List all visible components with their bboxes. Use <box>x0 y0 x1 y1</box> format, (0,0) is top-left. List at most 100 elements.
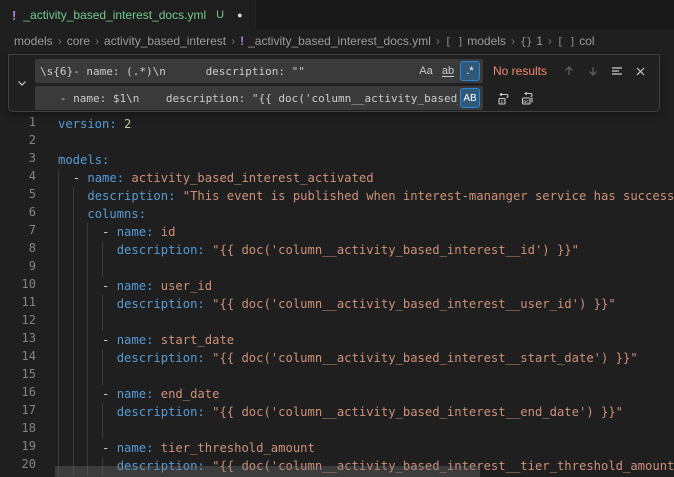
editor-line: 4 - name: activity_based_interest_activa… <box>0 169 674 187</box>
breadcrumb-label: models <box>467 34 506 48</box>
yaml-file-icon: ! <box>12 8 16 23</box>
code-line[interactable]: description: "This event is published wh… <box>58 187 674 205</box>
find-query-text[interactable]: \s{6}- name: (.*)\n description: "" <box>40 65 414 78</box>
breadcrumb-label: col <box>579 34 594 48</box>
close-find-widget-button[interactable] <box>630 61 651 82</box>
code-line[interactable]: - name: end_date <box>58 385 674 403</box>
indent-guide <box>73 187 74 475</box>
indent-guide <box>102 403 103 439</box>
editor-line: 3 models: <box>0 151 674 169</box>
line-number: 10 <box>0 277 36 295</box>
indent-guide <box>102 241 103 277</box>
line-number: 3 <box>0 151 36 169</box>
editor-line: 2 <box>0 133 674 151</box>
toggle-replace-button[interactable] <box>9 55 35 111</box>
replace-actions: c ac <box>490 88 538 109</box>
line-number: 5 <box>0 187 36 205</box>
previous-match-button[interactable] <box>558 61 579 82</box>
replace-input[interactable]: - name: $1\n description: "{{ doc('colum… <box>35 86 483 110</box>
find-input[interactable]: \s{6}- name: (.*)\n description: "" Aa a… <box>35 59 483 83</box>
line-number: 7 <box>0 223 36 241</box>
breadcrumb: models › core › activity_based_interest › !_ac… <box>0 30 674 52</box>
breadcrumb-item-1[interactable]: {}1 <box>520 34 543 48</box>
breadcrumb-item-activity-based-interest[interactable]: activity_based_interest <box>104 34 226 48</box>
close-icon <box>634 65 647 78</box>
vscode-window: ! _activity_based_interest_docs.yml U ● … <box>0 0 674 477</box>
code-line[interactable]: - name: user_id <box>58 277 674 295</box>
breadcrumb-label: activity_based_interest <box>104 34 226 48</box>
breadcrumb-separator-icon: › <box>58 34 62 48</box>
symbol-array-icon: [ ] <box>557 35 575 48</box>
symbol-object-icon: {} <box>520 35 532 48</box>
replace-button[interactable]: c <box>493 88 514 109</box>
breadcrumb-item--activity-based-interest-docs-yml[interactable]: !_activity_based_interest_docs.yml <box>240 34 431 48</box>
line-number: 13 <box>0 331 36 349</box>
code-line[interactable]: version: 2 <box>58 115 674 133</box>
indent-guide <box>102 295 103 331</box>
line-number: 6 <box>0 205 36 223</box>
tab-bar: ! _activity_based_interest_docs.yml U ● <box>0 0 674 30</box>
line-number: 9 <box>0 259 36 277</box>
editor-line: 13 - name: start_date <box>0 331 674 349</box>
line-number: 18 <box>0 421 36 439</box>
indent-guide <box>58 169 59 475</box>
preserve-case-button[interactable]: AB <box>460 88 480 108</box>
editor-line: 10 - name: user_id <box>0 277 674 295</box>
code-line[interactable]: - name: activity_based_interest_activate… <box>58 169 674 187</box>
find-in-selection-button[interactable] <box>606 61 627 82</box>
find-row: \s{6}- name: (.*)\n description: "" Aa a… <box>35 59 651 83</box>
breadcrumb-item-col[interactable]: [ ] col <box>557 34 595 48</box>
breadcrumb-separator-icon: › <box>436 34 440 48</box>
breadcrumb-item-models[interactable]: [ ]models <box>445 34 506 48</box>
editor-line: 16 - name: end_date <box>0 385 674 403</box>
line-number: 11 <box>0 295 36 313</box>
indent-guide <box>87 223 88 475</box>
code-line[interactable]: - name: start_date <box>58 331 674 349</box>
tab-activity-based-interest-docs[interactable]: ! _activity_based_interest_docs.yml U ● <box>0 0 256 30</box>
code-line[interactable] <box>58 367 674 385</box>
code-line[interactable]: description: "{{ doc('column__activity_b… <box>58 295 674 313</box>
line-number: 16 <box>0 385 36 403</box>
indent-guide <box>102 349 103 385</box>
line-number: 12 <box>0 313 36 331</box>
git-untracked-badge: U <box>216 9 224 21</box>
yaml-file-icon: ! <box>240 34 244 48</box>
selection-list-icon <box>610 64 624 78</box>
svg-text:c: c <box>500 99 503 105</box>
breadcrumb-label: core <box>67 34 90 48</box>
code-line[interactable]: - name: id <box>58 223 674 241</box>
dirty-indicator-icon[interactable]: ● <box>237 10 242 20</box>
code-line[interactable]: models: <box>58 151 674 169</box>
code-line[interactable]: - name: tier_threshold_amount <box>58 439 674 457</box>
breadcrumb-item-models[interactable]: models <box>14 34 53 48</box>
regex-button[interactable]: .* <box>460 61 480 81</box>
horizontal-scrollbar[interactable] <box>55 466 480 477</box>
line-number: 1 <box>0 115 36 133</box>
code-line[interactable]: description: "{{ doc('column__activity_b… <box>58 403 674 421</box>
replace-value-text[interactable]: - name: $1\n description: "{{ doc('colum… <box>40 92 458 105</box>
breadcrumb-label: models <box>14 34 53 48</box>
match-case-button[interactable]: Aa <box>416 61 436 81</box>
code-line[interactable] <box>58 313 674 331</box>
replace-row: - name: $1\n description: "{{ doc('colum… <box>35 86 651 110</box>
next-match-button[interactable] <box>582 61 603 82</box>
replace-all-button[interactable]: ac <box>517 88 538 109</box>
breadcrumb-item-core[interactable]: core <box>67 34 90 48</box>
editor-line: 5 description: "This event is published … <box>0 187 674 205</box>
line-number: 15 <box>0 367 36 385</box>
code-line[interactable]: description: "{{ doc('column__activity_b… <box>58 241 674 259</box>
editor-line: 6 columns: <box>0 205 674 223</box>
editor-line: 7 - name: id <box>0 223 674 241</box>
editor-line: 1 version: 2 <box>0 115 674 133</box>
line-number: 14 <box>0 349 36 367</box>
code-line[interactable] <box>58 259 674 277</box>
editor[interactable]: 1 version: 223 models:4 - name: activity_b… <box>0 52 674 477</box>
chevron-down-icon <box>16 77 28 89</box>
code-line[interactable] <box>58 133 674 151</box>
code-line[interactable]: columns: <box>58 205 674 223</box>
code-line[interactable]: description: "{{ doc('column__activity_b… <box>58 349 674 367</box>
tab-title: _activity_based_interest_docs.yml <box>23 8 206 22</box>
breadcrumb-separator-icon: › <box>231 34 235 48</box>
whole-word-button[interactable]: ab <box>438 61 458 81</box>
code-line[interactable] <box>58 421 674 439</box>
